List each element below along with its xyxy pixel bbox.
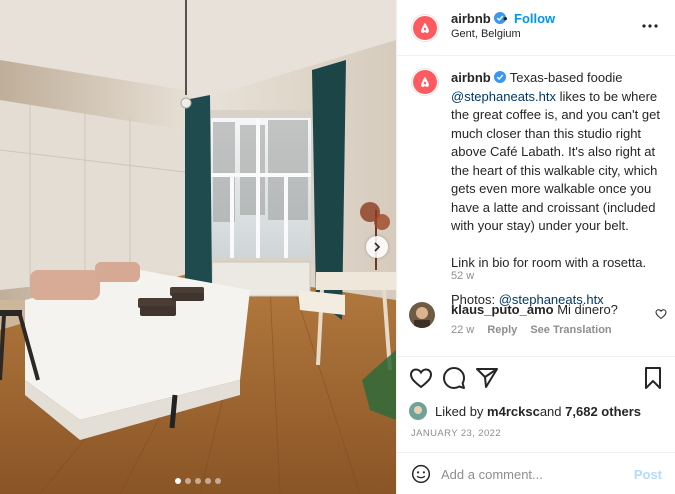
liker-username[interactable]: m4rcksc bbox=[487, 404, 540, 419]
heart-outline-icon[interactable] bbox=[655, 308, 667, 320]
caption-timestamp[interactable]: 52 w bbox=[451, 270, 474, 282]
caption-body-2: likes to be where the great coffee is, a… bbox=[451, 88, 660, 234]
caption-avatar[interactable] bbox=[411, 68, 439, 96]
caption-text: airbnb Texas-based foodie @stephaneats.h… bbox=[451, 69, 673, 328]
heart-outline-icon[interactable] bbox=[409, 366, 433, 390]
carousel-dots bbox=[0, 478, 396, 484]
post-date: JANUARY 23, 2022 bbox=[411, 428, 502, 439]
avatar[interactable] bbox=[409, 302, 435, 328]
caption-body-1: Texas-based foodie bbox=[506, 70, 623, 85]
airbnb-logo-icon bbox=[413, 70, 437, 94]
avatar[interactable] bbox=[411, 14, 439, 42]
likes-middle: and bbox=[539, 403, 562, 419]
location-link[interactable]: Gent, Belgium bbox=[451, 28, 521, 40]
carousel-dot bbox=[215, 478, 221, 484]
post-side-panel: airbnb • Follow Gent, Belgium airbnb Tex… bbox=[396, 0, 675, 494]
carousel-dot-active bbox=[175, 478, 181, 484]
post-header: airbnb • Follow Gent, Belgium bbox=[397, 0, 675, 56]
instagram-post: airbnb • Follow Gent, Belgium airbnb Tex… bbox=[0, 0, 675, 494]
carousel-next-button[interactable] bbox=[366, 236, 388, 258]
likes-summary: Liked by m4rcksc and 7,682 others bbox=[409, 401, 641, 421]
comment-body: Mi dinero? bbox=[553, 302, 618, 317]
post-comment-button[interactable]: Post bbox=[634, 467, 662, 482]
verified-badge-icon bbox=[494, 71, 507, 83]
comment-text: klaus_puto_amo Mi dinero? bbox=[451, 302, 618, 317]
comment-input[interactable] bbox=[441, 461, 627, 487]
carousel-dot bbox=[205, 478, 211, 484]
add-comment-bar: Post bbox=[397, 452, 675, 494]
comment-username[interactable]: klaus_puto_amo bbox=[451, 302, 554, 317]
comment-meta: 22 w Reply See Translation bbox=[451, 324, 622, 336]
chevron-right-icon bbox=[374, 242, 381, 252]
more-options-icon[interactable] bbox=[640, 16, 660, 36]
paper-plane-icon[interactable] bbox=[475, 366, 499, 390]
separator: • bbox=[503, 11, 508, 26]
bookmark-icon[interactable] bbox=[641, 366, 665, 390]
caption-paragraph: Link in bio for room with a rosetta. bbox=[451, 255, 647, 270]
airbnb-logo-icon bbox=[413, 16, 437, 40]
see-translation-button[interactable]: See Translation bbox=[530, 324, 611, 336]
carousel-dot bbox=[185, 478, 191, 484]
carousel-dot bbox=[195, 478, 201, 484]
likes-prefix: Liked by bbox=[435, 403, 484, 419]
post-photo[interactable] bbox=[0, 0, 396, 494]
smiley-icon[interactable] bbox=[411, 464, 431, 484]
comment-item: klaus_puto_amo Mi dinero? 22 w Reply See… bbox=[409, 300, 671, 340]
bedroom-photo bbox=[0, 0, 396, 494]
avatar[interactable] bbox=[409, 402, 427, 420]
comment-timestamp[interactable]: 22 w bbox=[451, 324, 474, 336]
comment-bubble-icon[interactable] bbox=[442, 366, 466, 390]
likes-others-link[interactable]: 7,682 others bbox=[565, 404, 641, 419]
caption-username[interactable]: airbnb bbox=[451, 70, 491, 85]
username-text[interactable]: airbnb bbox=[451, 11, 491, 26]
follow-button[interactable]: Follow bbox=[514, 11, 555, 26]
mention-link[interactable]: @stephaneats.htx bbox=[451, 89, 556, 104]
post-username[interactable]: airbnb bbox=[451, 11, 507, 26]
reply-button[interactable]: Reply bbox=[487, 324, 517, 336]
